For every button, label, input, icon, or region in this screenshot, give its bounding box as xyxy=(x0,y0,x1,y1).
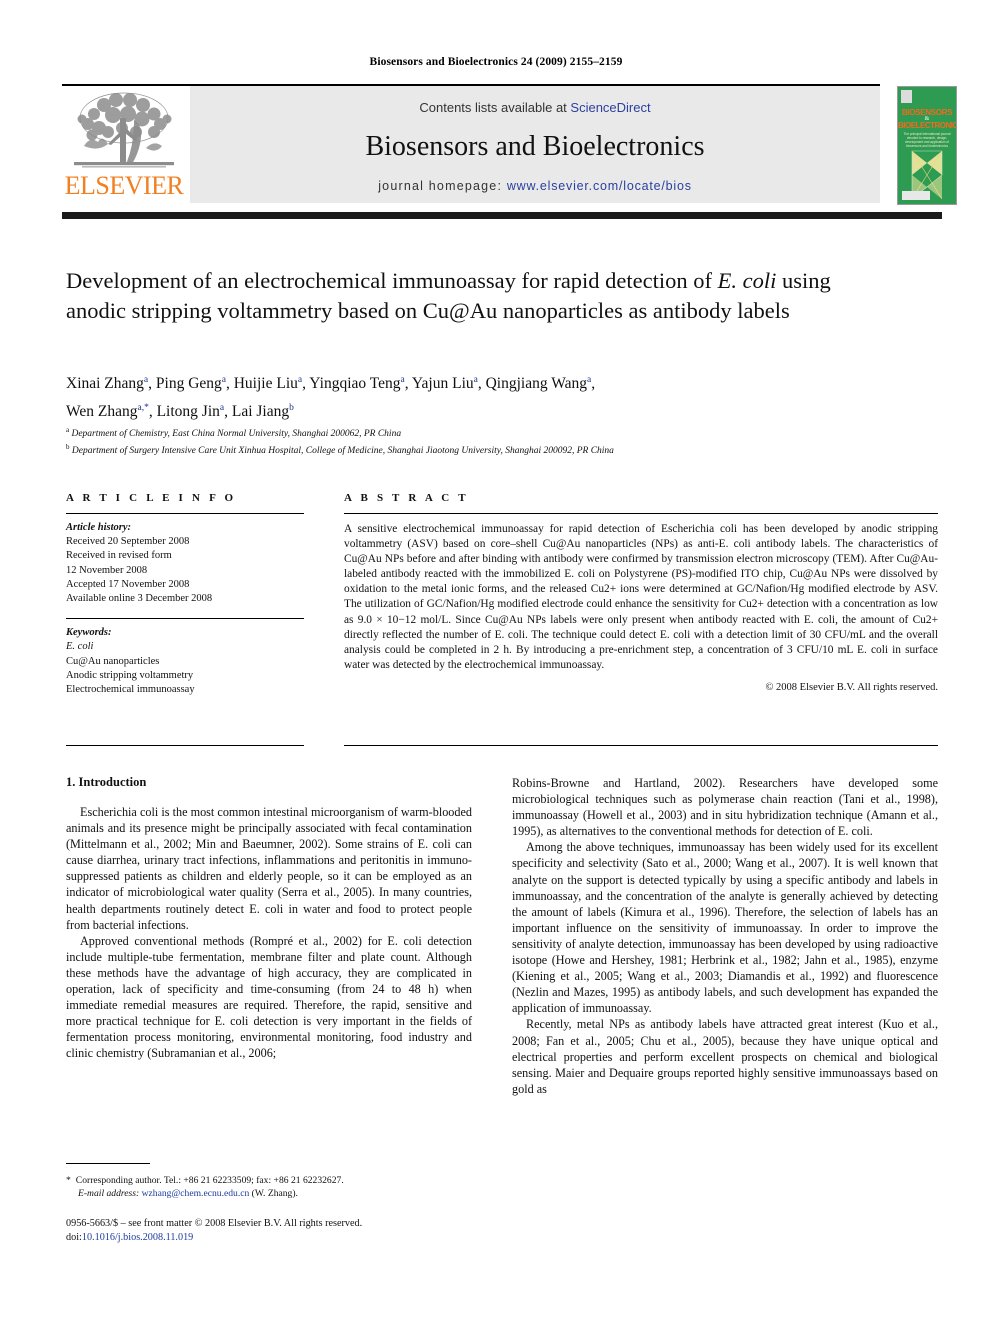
body-column-left: 1. Introduction Escherichia coli is the … xyxy=(66,775,472,1062)
elsevier-tree-icon xyxy=(74,92,174,168)
history-line: 12 November 2008 xyxy=(66,564,148,576)
footnote-text: Corresponding author. Tel.: +86 21 62233… xyxy=(75,1175,344,1186)
abstract-heading: A B S T R A C T xyxy=(344,492,469,504)
contents-prefix: Contents lists available at xyxy=(419,100,571,115)
history-line: Received 20 September 2008 xyxy=(66,536,190,548)
homepage-url-link[interactable]: www.elsevier.com/locate/bios xyxy=(507,179,692,193)
doi-link[interactable]: 10.1016/j.bios.2008.11.019 xyxy=(82,1232,193,1243)
affiliation-text: Department of Chemistry, East China Norm… xyxy=(71,429,402,440)
author-sup: a xyxy=(400,375,405,385)
article-history: Article history: Received 20 September 2… xyxy=(66,521,304,606)
author-list: Xinai Zhanga, Ping Genga, Huijie Liua, Y… xyxy=(66,375,596,421)
author-sup: a xyxy=(586,375,592,385)
author-sup: a xyxy=(219,403,225,414)
header-bottom-rule xyxy=(62,212,942,219)
elsevier-wordmark: ELSEVIER xyxy=(64,171,184,200)
title-italic-species: E. coli xyxy=(717,268,777,293)
page-title: Development of an electrochemical immuno… xyxy=(66,266,866,326)
article-info-bottom-rule xyxy=(66,745,304,746)
author-sup: a xyxy=(143,375,149,385)
author-name: Yajun Liu xyxy=(411,375,474,393)
footnote-rule xyxy=(66,1163,150,1164)
abstract-copyright: © 2008 Elsevier B.V. All rights reserved… xyxy=(765,681,938,693)
paragraph: Robins-Browne and Hartland, 2002). Resea… xyxy=(512,776,938,839)
author-name: Litong Jin xyxy=(156,403,220,421)
author-sup: b xyxy=(289,403,294,414)
keywords-block: Keywords: E. coli Cu@Au nanoparticles An… xyxy=(66,626,304,697)
keywords-label: Keywords: xyxy=(66,627,112,639)
author-sup: a xyxy=(297,375,303,385)
keyword-item: Anodic stripping voltammetry xyxy=(66,669,194,681)
journal-header: ELSEVIER Contents lists available at Sci… xyxy=(62,86,880,203)
author-name: Xinai Zhang xyxy=(66,375,144,393)
cover-top-band xyxy=(901,90,912,103)
paragraph: Approved conventional methods (Rompré et… xyxy=(66,933,472,1061)
history-line: Accepted 17 November 2008 xyxy=(66,578,190,590)
paragraph: Escherichia coli is the most common inte… xyxy=(66,805,472,932)
paragraph: Recently, metal NPs as antibody labels h… xyxy=(512,1017,938,1096)
author-sup: a,* xyxy=(137,403,149,414)
author-sup: a xyxy=(221,375,226,385)
history-line: Available online 3 December 2008 xyxy=(66,593,213,605)
cover-footer-logo xyxy=(902,191,930,200)
keyword-item: Electrochemical immunoassay xyxy=(66,684,195,696)
affiliation-mark: b xyxy=(66,443,70,452)
footnote-star: * xyxy=(66,1175,71,1186)
article-info-heading: A R T I C L E I N F O xyxy=(66,492,237,504)
author-name: Lai Jiang xyxy=(231,403,290,421)
author-name: Huijie Liu xyxy=(233,375,298,393)
abstract-text: A sensitive electrochemical immunoassay … xyxy=(344,523,938,671)
article-info-rule xyxy=(66,513,304,514)
sciencedirect-link[interactable]: ScienceDirect xyxy=(570,100,650,115)
contents-line: Contents lists available at ScienceDirec… xyxy=(190,100,880,115)
abstract-bottom-rule xyxy=(344,745,938,746)
elsevier-logo: ELSEVIER xyxy=(62,88,186,203)
author-sup: a xyxy=(473,375,478,385)
article-info-column: A R T I C L E I N F O Article history: R… xyxy=(66,492,304,697)
body-column-right: Robins-Browne and Hartland, 2002). Resea… xyxy=(512,775,938,1097)
imprint-block: 0956-5663/$ – see front matter © 2008 El… xyxy=(66,1217,486,1245)
article-history-label: Article history: xyxy=(66,522,132,533)
author-name: Yingqiao Teng xyxy=(309,375,401,393)
abstract-rule xyxy=(344,513,938,514)
keyword-item: Cu@Au nanoparticles xyxy=(66,655,160,667)
corresponding-author-footnote: * Corresponding author. Tel.: +86 21 6223… xyxy=(66,1174,472,1201)
affiliations: a Department of Chemistry, East China No… xyxy=(66,424,896,458)
author-name: Ping Geng xyxy=(155,375,222,393)
running-head: Biosensors and Bioelectronics 24 (2009) … xyxy=(369,56,623,68)
author-name: Qingjiang Wang xyxy=(485,375,587,393)
title-line-1: Development of an electrochemical immuno… xyxy=(66,268,713,293)
doi-label: doi: xyxy=(66,1232,82,1243)
keyword-item: E. coli xyxy=(66,641,94,653)
abstract-column: A B S T R A C T A sensitive electrochemi… xyxy=(344,492,938,693)
issn-front-matter: 0956-5663/$ – see front matter © 2008 El… xyxy=(66,1218,363,1229)
keywords-rule xyxy=(66,618,304,620)
author-name: Wen Zhang xyxy=(66,403,138,421)
journal-name: Biosensors and Bioelectronics xyxy=(365,131,705,162)
section-heading-introduction: 1. Introduction xyxy=(66,775,147,789)
history-line: Received in revised form xyxy=(66,550,172,562)
email-owner: (W. Zhang). xyxy=(249,1188,298,1200)
title-line-3: as antibody labels xyxy=(628,298,790,323)
journal-homepage-line: journal homepage: www.elsevier.com/locat… xyxy=(190,179,880,193)
homepage-label: journal homepage: xyxy=(378,179,503,193)
email-link[interactable]: wzhang@chem.ecnu.edu.cn xyxy=(142,1188,250,1199)
cover-title-line2: BIOELECTRONICS xyxy=(898,121,957,130)
affiliation-a: a Department of Chemistry, East China No… xyxy=(66,424,896,441)
paper-page: Biosensors and Bioelectronics 24 (2009) … xyxy=(0,0,992,1323)
affiliation-text: Department of Surgery Intensive Care Uni… xyxy=(71,446,614,457)
affiliation-b: b Department of Surgery Intensive Care U… xyxy=(66,441,896,458)
affiliation-mark: a xyxy=(66,426,70,434)
paragraph: Among the above techniques, immunoassay … xyxy=(512,840,938,1016)
journal-cover-thumbnail: BIOSENSORS & BIOELECTRONICS The principa… xyxy=(897,86,957,205)
email-label: E-mail address: xyxy=(78,1188,140,1200)
